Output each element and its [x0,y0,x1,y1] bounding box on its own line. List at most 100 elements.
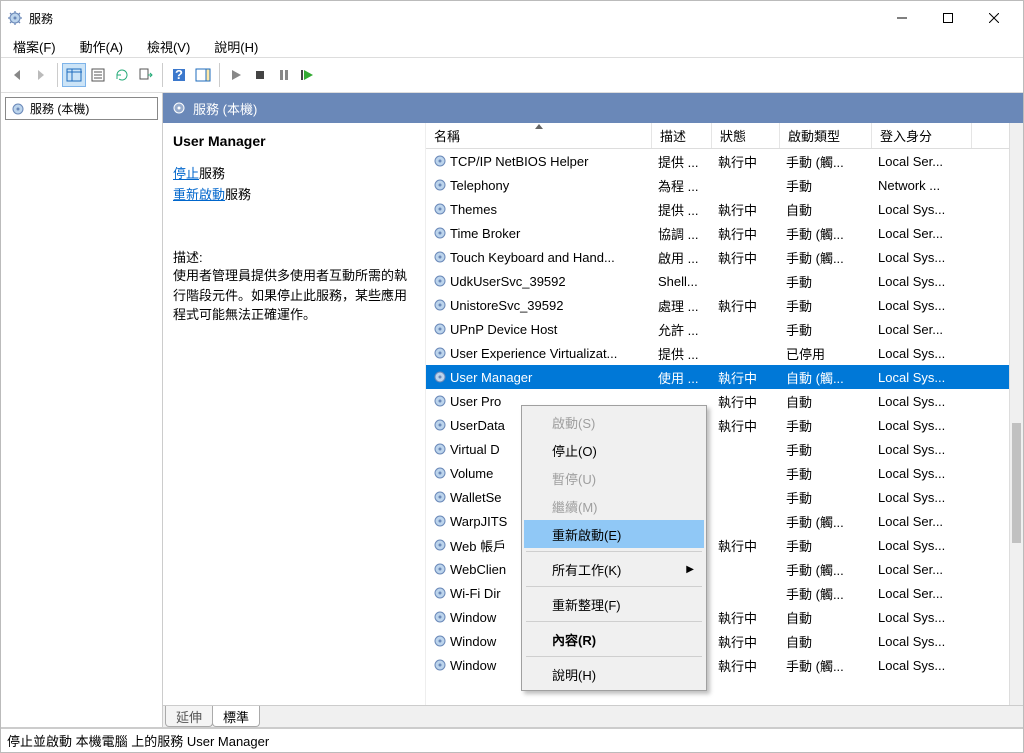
restart-service-link[interactable]: 重新啟動 [173,187,225,202]
table-row[interactable]: Window執行中自動Local Sys... [426,605,1023,629]
export-button[interactable] [134,63,158,87]
cell-logon: Local Sys... [872,418,972,433]
service-icon [432,393,448,409]
table-row[interactable]: WebClien手動 (觸...Local Ser... [426,557,1023,581]
col-startup[interactable]: 啟動類型 [780,123,872,148]
tab-extended[interactable]: 延伸 [165,706,213,727]
table-row[interactable]: Window執行中手動 (觸...Local Sys... [426,653,1023,677]
minimize-button[interactable] [879,3,925,33]
back-button[interactable] [5,63,29,87]
cell-name: Telephony [426,177,652,193]
table-row[interactable]: WarpJITS手動 (觸...Local Ser... [426,509,1023,533]
restart-service-button[interactable] [296,63,320,87]
forward-button[interactable] [29,63,53,87]
table-row[interactable]: UPnP Device Host允許 ...手動Local Ser... [426,317,1023,341]
cell-startup: 自動 [780,608,872,627]
cell-status: 執行中 [712,392,780,411]
table-row[interactable]: Volume手動Local Sys... [426,461,1023,485]
table-row[interactable]: Themes提供 ...執行中自動Local Sys... [426,197,1023,221]
cell-startup: 手動 [780,464,872,483]
ctx-refresh[interactable]: 重新整理(F) [524,590,704,618]
cell-startup: 手動 [780,416,872,435]
service-icon [432,369,448,385]
services-list: 名稱 描述 狀態 啟動類型 登入身分 TCP/IP NetBIOS Helper… [426,123,1023,705]
maximize-button[interactable] [925,3,971,33]
action-pane-button[interactable] [191,63,215,87]
table-row[interactable]: User Pro執行中自動Local Sys... [426,389,1023,413]
window-title: 服務 [29,10,879,27]
menu-help[interactable]: 說明(H) [210,35,262,58]
close-button[interactable] [971,3,1017,33]
services-icon [171,100,187,116]
tree-node-services-local[interactable]: 服務 (本機) [5,97,158,120]
cell-status: 執行中 [712,632,780,651]
tab-standard[interactable]: 標準 [212,706,260,727]
table-row[interactable]: Window執行中自動Local Sys... [426,629,1023,653]
stop-service-link[interactable]: 停止 [173,166,199,181]
ctx-all-tasks-label: 所有工作(K) [552,560,621,579]
cell-logon: Local Sys... [872,250,972,265]
service-icon [432,177,448,193]
cell-logon: Local Ser... [872,562,972,577]
scrollbar-thumb[interactable] [1012,423,1021,543]
table-row[interactable]: TCP/IP NetBIOS Helper提供 ...執行中手動 (觸...Lo… [426,149,1023,173]
service-icon [432,225,448,241]
cell-desc: 提供 ... [652,344,712,363]
menu-action[interactable]: 動作(A) [76,35,127,58]
table-row[interactable]: UnistoreSvc_39592處理 ...執行中手動Local Sys... [426,293,1023,317]
cell-logon: Local Sys... [872,658,972,673]
cell-logon: Local Sys... [872,610,972,625]
col-logon[interactable]: 登入身分 [872,123,972,148]
table-row[interactable]: Wi-Fi Dir手動 (觸...Local Ser... [426,581,1023,605]
ctx-all-tasks[interactable]: 所有工作(K)▶ [524,555,704,583]
table-row[interactable]: UserData執行中手動Local Sys... [426,413,1023,437]
col-desc[interactable]: 描述 [652,123,712,148]
table-row[interactable]: Web 帳戶執行中手動Local Sys... [426,533,1023,557]
detail-service-title: User Manager [173,133,415,149]
cell-name: Touch Keyboard and Hand... [426,249,652,265]
col-status[interactable]: 狀態 [712,123,780,148]
cell-name: TCP/IP NetBIOS Helper [426,153,652,169]
start-service-button[interactable] [224,63,248,87]
ctx-restart[interactable]: 重新啟動(E) [524,520,704,548]
menu-file[interactable]: 檔案(F) [9,35,60,58]
table-row[interactable]: Time Broker協調 ...執行中手動 (觸...Local Ser... [426,221,1023,245]
ctx-help[interactable]: 說明(H) [524,660,704,688]
refresh-button[interactable] [110,63,134,87]
table-row[interactable]: UdkUserSvc_39592Shell...手動Local Sys... [426,269,1023,293]
ctx-resume: 繼續(M) [524,492,704,520]
show-hide-tree-button[interactable] [62,63,86,87]
ctx-properties[interactable]: 內容(R) [524,625,704,653]
table-row[interactable]: Touch Keyboard and Hand...啟用 ...執行中手動 (觸… [426,245,1023,269]
cell-startup: 自動 [780,392,872,411]
help-button[interactable]: ? [167,63,191,87]
service-icon [432,489,448,505]
service-icon [432,249,448,265]
cell-startup: 手動 [780,440,872,459]
cell-logon: Local Sys... [872,346,972,361]
service-icon [432,297,448,313]
cell-startup: 手動 [780,488,872,507]
properties-button[interactable] [86,63,110,87]
table-row[interactable]: Telephony為程 ...手動Network ... [426,173,1023,197]
stop-suffix: 服務 [199,166,225,181]
cell-status: 執行中 [712,296,780,315]
service-icon [432,657,448,673]
table-row[interactable]: Virtual D手動Local Sys... [426,437,1023,461]
pause-service-button[interactable] [272,63,296,87]
table-row[interactable]: User Experience Virtualizat...提供 ...已停用L… [426,341,1023,365]
scrollbar[interactable] [1009,123,1023,705]
cell-startup: 手動 (觸... [780,152,872,171]
cell-status: 執行中 [712,152,780,171]
ctx-stop[interactable]: 停止(O) [524,436,704,464]
cell-startup: 手動 [780,296,872,315]
stop-service-button[interactable] [248,63,272,87]
cell-name: User Experience Virtualizat... [426,345,652,361]
view-tabs: 延伸 標準 [163,705,1023,727]
menu-view[interactable]: 檢視(V) [143,35,194,58]
cell-desc: 提供 ... [652,152,712,171]
table-row[interactable]: WalletSe手動Local Sys... [426,485,1023,509]
table-row[interactable]: User Manager使用 ...執行中自動 (觸...Local Sys..… [426,365,1023,389]
cell-startup: 手動 (觸... [780,224,872,243]
sort-indicator-icon [535,124,543,129]
